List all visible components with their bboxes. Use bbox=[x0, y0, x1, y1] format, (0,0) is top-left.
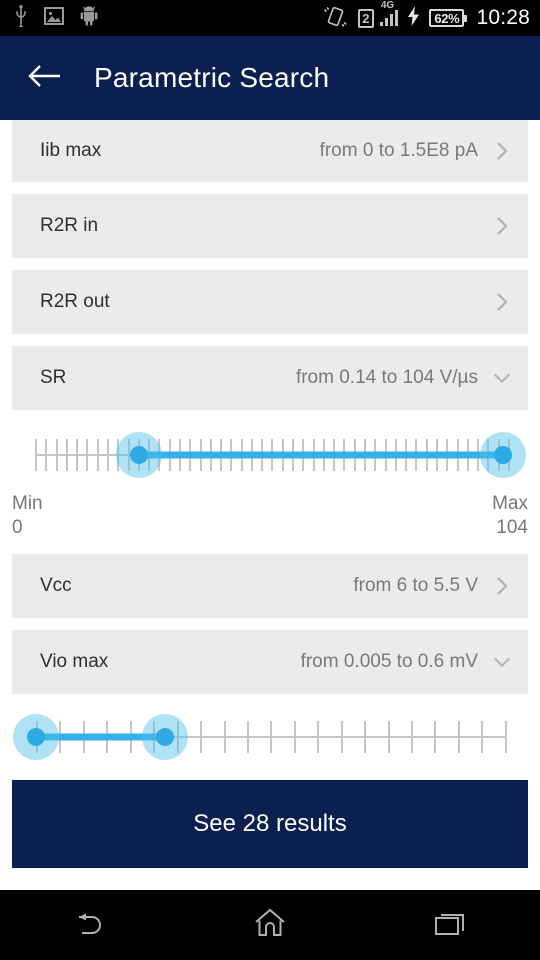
filter-row-label: Iib max bbox=[40, 140, 102, 161]
battery-body: 62% bbox=[429, 9, 465, 27]
sr-min-label: Min bbox=[12, 493, 43, 514]
page-title: Parametric Search bbox=[94, 62, 330, 93]
chevron-right-icon bbox=[492, 575, 512, 597]
sr-slider-min-thumb[interactable] bbox=[115, 432, 162, 478]
chevron-down-icon bbox=[492, 371, 512, 385]
filter-list: Iib max from 0 to 1.5E8 pA R2R in R2R ou… bbox=[0, 120, 540, 890]
back-arrow-icon bbox=[27, 63, 61, 94]
sr-range-slider[interactable] bbox=[0, 422, 540, 488]
nav-back-button[interactable] bbox=[0, 890, 180, 960]
chevron-right-icon bbox=[492, 291, 512, 313]
android-robot-icon bbox=[80, 5, 98, 31]
network-type-label: 4G bbox=[380, 0, 395, 11]
chevron-right-icon bbox=[492, 140, 512, 162]
filter-row-r2r-in[interactable]: R2R in bbox=[12, 194, 528, 258]
filter-row-value: from 0.005 to 0.6 mV bbox=[300, 651, 478, 672]
sr-slider-selected-range bbox=[138, 451, 504, 459]
network-signal-icon: 4G bbox=[379, 0, 399, 26]
filter-row-value: from 6 to 5.5 V bbox=[353, 575, 478, 596]
vio-range-slider[interactable] bbox=[0, 706, 540, 768]
nav-home-icon bbox=[254, 908, 286, 943]
filter-row-label: R2R in bbox=[40, 215, 99, 236]
signal-bars-icon bbox=[379, 10, 399, 26]
chevron-right-icon bbox=[492, 215, 512, 237]
filter-row-vcc[interactable]: Vcc from 6 to 5.5 V bbox=[12, 554, 528, 618]
filter-row-value: from 0 to 1.5E8 pA bbox=[319, 140, 478, 161]
see-results-button[interactable]: See 28 results bbox=[12, 780, 528, 868]
sr-slider-bounds: Min 0 Max 104 bbox=[0, 492, 540, 540]
vibrate-icon bbox=[323, 5, 349, 32]
sr-min-group: Min 0 bbox=[12, 492, 43, 540]
filter-row-value: from 0.14 to 104 V/µs bbox=[295, 367, 478, 388]
filter-row-r2r-out[interactable]: R2R out bbox=[12, 270, 528, 334]
battery-tip bbox=[464, 14, 468, 22]
filter-row-label: SR bbox=[40, 367, 67, 388]
app-bar: Parametric Search bbox=[0, 36, 540, 120]
battery-percent-label: 62% bbox=[434, 10, 460, 26]
sim-card-indicator: 2 bbox=[357, 8, 374, 28]
charging-bolt-icon bbox=[407, 5, 420, 31]
vio-slider-min-thumb[interactable] bbox=[13, 714, 59, 760]
sr-max-group: Max 104 bbox=[492, 492, 528, 540]
status-bar: 2 4G 62% 10:28 bbox=[0, 0, 540, 36]
android-navigation-bar bbox=[0, 890, 540, 960]
back-button[interactable] bbox=[22, 56, 66, 100]
status-bar-clock: 10:28 bbox=[476, 6, 530, 29]
status-bar-right-icons: 2 4G 62% 10:28 bbox=[323, 0, 530, 32]
battery-indicator: 62% bbox=[429, 9, 468, 27]
sr-max-value: 104 bbox=[496, 517, 528, 538]
vio-slider-max-thumb[interactable] bbox=[142, 714, 189, 760]
filter-row-sr[interactable]: SR from 0.14 to 104 V/µs bbox=[12, 346, 528, 410]
filter-row-iib-max[interactable]: Iib max from 0 to 1.5E8 pA bbox=[12, 120, 528, 182]
filter-row-label: R2R out bbox=[40, 291, 110, 312]
usb-icon bbox=[14, 4, 28, 32]
nav-recents-icon bbox=[433, 909, 467, 942]
chevron-down-icon bbox=[492, 655, 512, 669]
filter-row-label: Vio max bbox=[40, 651, 109, 672]
nav-recents-button[interactable] bbox=[360, 890, 540, 960]
nav-home-button[interactable] bbox=[180, 890, 360, 960]
nav-back-icon bbox=[73, 909, 107, 942]
sr-max-label: Max bbox=[492, 493, 528, 514]
screenshot-image-icon bbox=[44, 6, 64, 30]
filter-row-label: Vcc bbox=[40, 575, 72, 596]
sr-min-value: 0 bbox=[12, 517, 23, 538]
filter-row-vio-max[interactable]: Vio max from 0.005 to 0.6 mV bbox=[12, 630, 528, 694]
sr-slider-max-thumb[interactable] bbox=[480, 432, 527, 478]
status-bar-left-icons bbox=[14, 4, 98, 32]
